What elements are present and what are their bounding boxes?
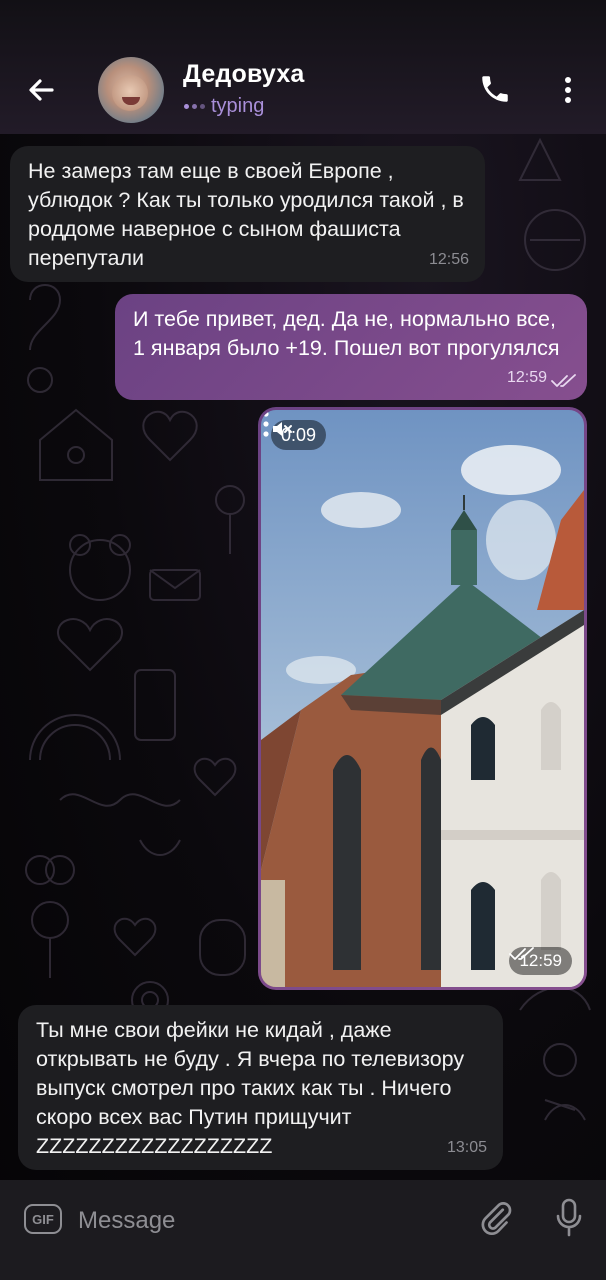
message-text: Не замерз там еще в своей Европе , ублюд… [28,159,464,270]
message-time: 13:05 [446,1139,487,1156]
outgoing-message[interactable]: И тебе привет, дед. Да не, нормально все… [115,294,587,400]
church-video-frame [261,410,584,987]
incoming-message[interactable]: Не замерз там еще в своей Европе , ублюд… [10,146,485,282]
message-text: И тебе привет, дед. Да не, нормально все… [133,307,560,360]
message-composer: GIF [0,1180,606,1280]
typing-dots-icon [184,104,205,109]
avatar-face [112,75,148,111]
message-time: 12:59 [506,369,547,386]
phone-icon[interactable] [478,72,512,106]
paperclip-icon[interactable] [478,1200,514,1236]
video-thumbnail[interactable]: 0:09 12:59 [261,410,584,987]
arrow-left-icon[interactable] [22,70,62,110]
contact-name[interactable]: Дедовуха [183,60,305,89]
microphone-icon[interactable] [555,1198,583,1238]
avatar[interactable] [98,57,164,123]
video-time-badge: 12:59 [509,947,572,975]
video-more-icon[interactable] [261,410,271,438]
typing-status: typing [184,95,264,118]
video-message[interactable]: 0:09 12:59 [258,407,587,990]
gif-button[interactable]: GIF [24,1204,62,1234]
message-input[interactable] [78,1202,458,1240]
incoming-message[interactable]: Ты мне свои фейки не кидай , даже открыв… [18,1005,503,1170]
message-text: Ты мне свои фейки не кидай , даже открыв… [36,1018,465,1158]
status-text: typing [211,95,265,117]
video-duration-badge: 0:09 [271,420,327,450]
more-vertical-icon[interactable] [556,72,580,108]
chat-header: Дедовуха typing [0,0,606,134]
muted-speaker-icon[interactable] [271,420,293,438]
double-check-icon [551,374,576,387]
double-check-icon [509,947,535,960]
message-time: 12:56 [428,251,469,268]
